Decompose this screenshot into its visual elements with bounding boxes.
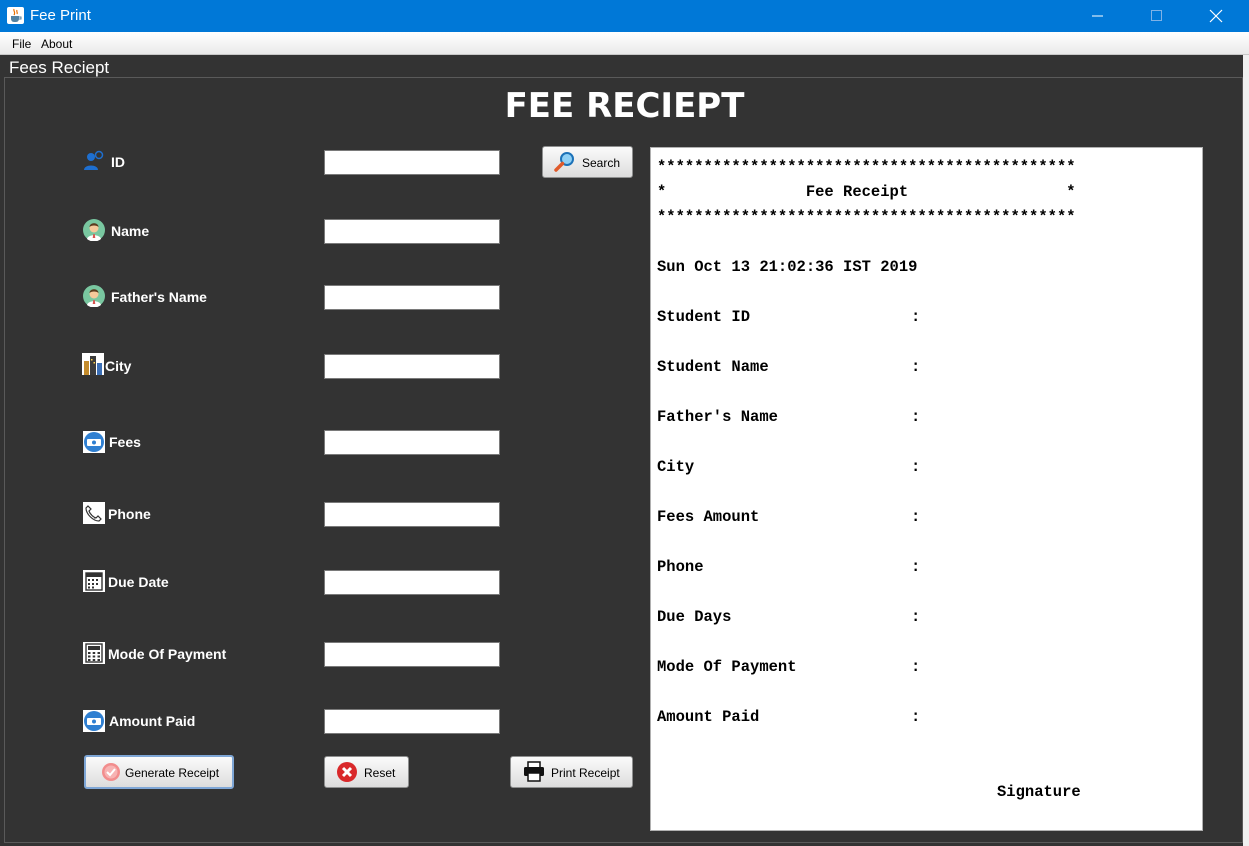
generate-receipt-label: Generate Receipt <box>125 766 220 780</box>
fathers-name-field[interactable] <box>324 285 500 310</box>
receipt-key-fees-amount: Fees Amount <box>657 508 760 526</box>
print-receipt-button[interactable]: Print Receipt <box>510 756 633 788</box>
close-icon <box>1209 9 1223 23</box>
fathers-name-label: Father's Name <box>111 289 207 305</box>
fees-label: Fees <box>109 434 141 450</box>
receipt-colon: : <box>911 358 921 376</box>
print-receipt-label: Print Receipt <box>551 766 620 780</box>
search-label: Search <box>582 156 621 170</box>
name-label: Name <box>111 223 150 239</box>
amount-paid-field[interactable] <box>324 709 500 734</box>
phone-icon <box>83 502 105 524</box>
panel-title: Fees Reciept <box>9 58 110 77</box>
mode-of-payment-field[interactable] <box>324 642 500 667</box>
name-field[interactable] <box>324 219 500 244</box>
close-button[interactable] <box>1187 0 1247 32</box>
window-edge <box>1243 55 1249 846</box>
money-icon <box>83 431 105 453</box>
receipt-colon: : <box>911 458 921 476</box>
person-avatar-icon <box>83 285 105 307</box>
search-icon <box>554 152 574 172</box>
receipt-key-fathers-name: Father's Name <box>657 408 778 426</box>
phone-label: Phone <box>108 506 151 522</box>
check-icon <box>102 763 120 781</box>
receipt-key-mode-of-payment: Mode Of Payment <box>657 658 797 676</box>
menu-file[interactable]: File <box>12 37 31 51</box>
receipt-key-city: City <box>657 458 695 476</box>
id-label: ID <box>111 154 125 170</box>
generate-receipt-button[interactable]: Generate Receipt <box>84 755 234 789</box>
calendar-icon <box>83 570 105 592</box>
person-avatar-icon <box>83 219 105 241</box>
java-cup-icon <box>7 7 24 24</box>
receipt-key-phone: Phone <box>657 558 704 576</box>
receipt-preview[interactable]: ****************************************… <box>650 147 1203 831</box>
receipt-colon: : <box>911 708 921 726</box>
calculator-icon <box>83 642 105 664</box>
receipt-colon: : <box>911 508 921 526</box>
printer-icon <box>524 761 544 782</box>
fees-field[interactable] <box>324 430 500 455</box>
city-field[interactable] <box>324 354 500 379</box>
receipt-colon: : <box>911 658 921 676</box>
receipt-signature: Signature <box>997 783 1081 801</box>
maximize-button[interactable] <box>1128 0 1188 32</box>
menu-about[interactable]: About <box>41 37 72 51</box>
minimize-icon <box>1092 15 1103 17</box>
receipt-colon: : <box>911 408 921 426</box>
receipt-key-amount-paid: Amount Paid <box>657 708 760 726</box>
city-icon <box>82 353 104 375</box>
amount-paid-label: Amount Paid <box>109 713 196 729</box>
due-date-field[interactable] <box>324 570 500 595</box>
receipt-key-student-name: Student Name <box>657 358 769 376</box>
receipt-border-top: ****************************************… <box>657 158 1076 176</box>
receipt-key-student-id: Student ID <box>657 308 751 326</box>
user-id-icon <box>84 150 104 170</box>
city-label: City <box>105 358 132 374</box>
window-title: Fee Print <box>30 7 91 24</box>
due-date-label: Due Date <box>108 574 169 590</box>
receipt-date: Sun Oct 13 21:02:36 IST 2019 <box>657 258 918 276</box>
search-button[interactable]: Search <box>542 146 633 178</box>
money-icon <box>83 710 105 732</box>
receipt-border-bottom: ****************************************… <box>657 208 1076 226</box>
receipt-colon: : <box>911 558 921 576</box>
mode-of-payment-label: Mode Of Payment <box>108 646 227 662</box>
menu-bar: File About <box>0 32 1249 55</box>
minimize-button[interactable] <box>1069 0 1129 32</box>
id-field[interactable] <box>324 150 500 175</box>
maximize-icon <box>1151 10 1162 21</box>
reset-button[interactable]: Reset <box>324 756 409 788</box>
cancel-icon <box>337 762 357 782</box>
receipt-colon: : <box>911 608 921 626</box>
receipt-colon: : <box>911 308 921 326</box>
reset-label: Reset <box>364 766 396 780</box>
phone-field[interactable] <box>324 502 500 527</box>
page-heading: FEE RECIEPT <box>504 86 745 126</box>
receipt-key-due-days: Due Days <box>657 608 732 626</box>
receipt-header: * Fee Receipt * <box>657 183 1076 201</box>
window-titlebar: Fee Print <box>0 0 1249 32</box>
